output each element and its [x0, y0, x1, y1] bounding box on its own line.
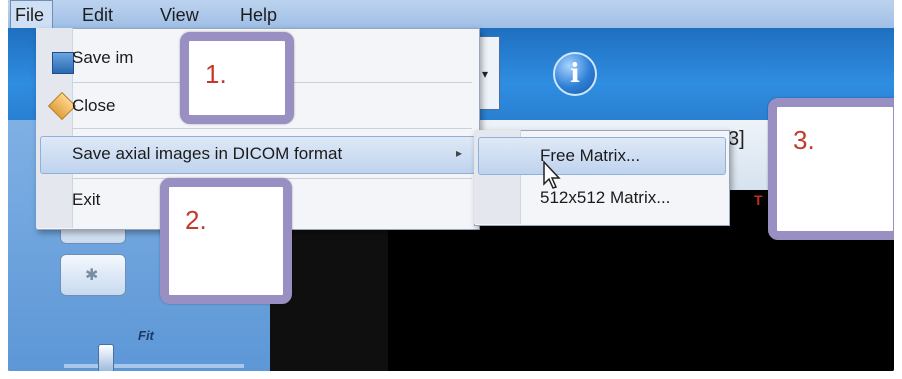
callout-step-3: 3. — [768, 98, 894, 240]
zoom-slider-thumb[interactable] — [98, 344, 114, 371]
submenu-item-512-matrix[interactable]: 512x512 Matrix... — [540, 188, 670, 208]
menu-view[interactable]: View — [160, 5, 199, 26]
mouse-cursor-icon — [543, 160, 561, 189]
menubar: File Edit View Help — [8, 0, 894, 28]
save-icon — [52, 52, 74, 74]
callout-step-1: 1. — [180, 32, 294, 124]
submenu-arrow-icon: ▸ — [456, 146, 463, 160]
callout-step-2-label: 2. — [185, 205, 207, 235]
callout-step-3-label: 3. — [793, 125, 815, 155]
menu-separator — [72, 128, 472, 129]
wrench-icon: ✱ — [85, 267, 99, 284]
callout-step-2: 2. — [160, 178, 292, 304]
chevron-down-icon[interactable]: ▾ — [482, 67, 488, 81]
menu-file[interactable]: File — [10, 0, 54, 28]
zoom-slider-track[interactable] — [64, 364, 244, 368]
menu-item-save-dicom[interactable]: Save axial images in DICOM format — [72, 144, 342, 164]
menu-help[interactable]: Help — [240, 5, 277, 26]
combo-dropdown[interactable]: ▾ — [478, 36, 500, 110]
menu-item-exit[interactable]: Exit — [72, 190, 100, 210]
info-icon[interactable]: i — [553, 52, 597, 96]
menu-item-save-image[interactable]: Save im — [72, 48, 133, 68]
app-window: File Edit View Help ▾ i 3] T ✱ Fit Save … — [8, 0, 894, 371]
menu-item-close[interactable]: Close — [72, 96, 115, 116]
menu-edit[interactable]: Edit — [82, 5, 113, 26]
callout-step-1-label: 1. — [205, 59, 227, 89]
strip-text: 3] — [728, 128, 745, 150]
orientation-marker: T — [754, 192, 763, 208]
tool-button-settings[interactable]: ✱ — [60, 254, 126, 296]
fit-label: Fit — [138, 328, 154, 343]
